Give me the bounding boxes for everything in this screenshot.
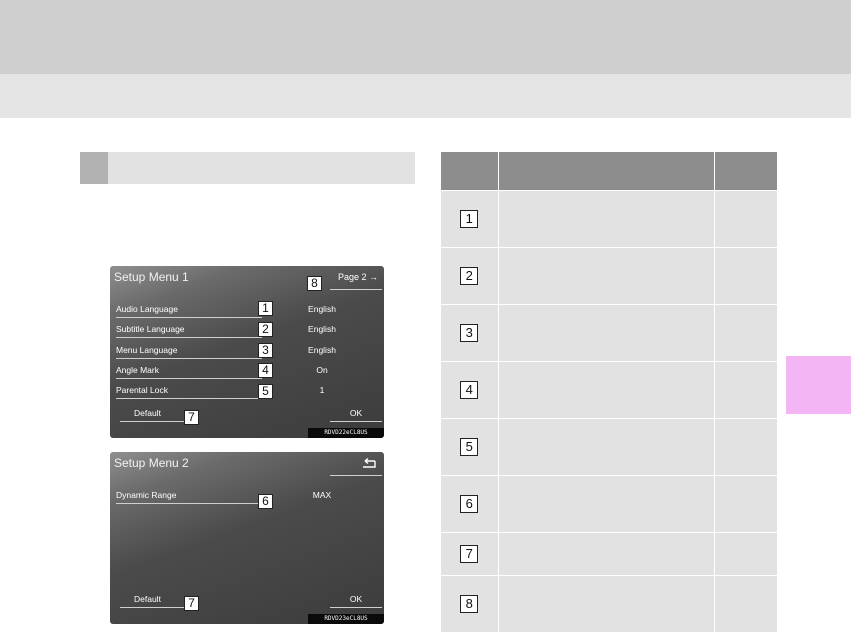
callout-1: 1 bbox=[258, 301, 273, 316]
dynamic-range-value: MAX bbox=[312, 490, 332, 500]
row-description-cell bbox=[498, 417, 715, 475]
page-2-button[interactable]: Page 2 → bbox=[330, 268, 382, 290]
number-box: 6 bbox=[460, 494, 479, 513]
number-box: 5 bbox=[460, 437, 479, 456]
section-marker bbox=[80, 152, 108, 184]
row-description-cell bbox=[498, 531, 715, 575]
angle-mark-value: On bbox=[316, 365, 328, 375]
callout-5: 5 bbox=[258, 384, 273, 399]
row-page-cell bbox=[714, 474, 777, 532]
row-number-cell: 7 bbox=[441, 531, 499, 575]
parental-lock-button[interactable]: Parental Lock bbox=[116, 383, 262, 399]
number-box: 4 bbox=[460, 380, 479, 399]
callout-7: 7 bbox=[184, 410, 199, 425]
row-number-cell: 6 bbox=[441, 474, 499, 532]
callout-8: 8 bbox=[307, 276, 322, 291]
setup-menu-2-screen: Setup Menu 2 Dynamic Range MAX Default O… bbox=[110, 452, 384, 624]
audio-language-value: English bbox=[308, 304, 336, 314]
row-number-cell: 3 bbox=[441, 303, 499, 361]
table-row: 2 bbox=[441, 246, 777, 304]
row-description-cell bbox=[498, 246, 715, 304]
table-row: 4 bbox=[441, 360, 777, 418]
row-page-cell bbox=[714, 574, 777, 632]
table-row: 1 bbox=[441, 189, 777, 247]
parental-lock-value: 1 bbox=[319, 385, 325, 395]
setup-menu-1-screen: Setup Menu 1 Page 2 → Audio Language Eng… bbox=[110, 266, 384, 438]
row-page-cell bbox=[714, 303, 777, 361]
table-row: 6 bbox=[441, 474, 777, 532]
subtitle-language-value: English bbox=[308, 324, 336, 334]
header-cell-number bbox=[441, 152, 499, 190]
header-cell-page bbox=[714, 152, 777, 190]
number-box: 3 bbox=[460, 323, 479, 342]
row-number-cell: 1 bbox=[441, 189, 499, 247]
callout-2: 2 bbox=[258, 322, 273, 337]
return-arrow-icon bbox=[360, 457, 378, 472]
row-page-cell bbox=[714, 417, 777, 475]
image-code: RDVD22eCL8US bbox=[308, 428, 384, 438]
row-description-cell bbox=[498, 474, 715, 532]
image-code: RDVD23eCL8US bbox=[308, 614, 384, 624]
menu-language-value: English bbox=[308, 345, 336, 355]
row-page-cell bbox=[714, 360, 777, 418]
angle-mark-button[interactable]: Angle Mark bbox=[116, 363, 262, 379]
callout-6: 6 bbox=[258, 494, 273, 509]
row-number-cell: 4 bbox=[441, 360, 499, 418]
subheader-bar bbox=[0, 74, 851, 118]
number-box: 7 bbox=[460, 544, 479, 563]
callout-3: 3 bbox=[258, 343, 273, 358]
header-bar bbox=[0, 0, 851, 74]
table-row: 8 bbox=[441, 574, 777, 632]
row-description-cell bbox=[498, 303, 715, 361]
table-row: 5 bbox=[441, 417, 777, 475]
menu-language-button[interactable]: Menu Language bbox=[116, 343, 262, 359]
screen-title: Setup Menu 1 bbox=[114, 270, 189, 284]
back-button[interactable] bbox=[330, 454, 382, 476]
row-page-cell bbox=[714, 531, 777, 575]
row-page-cell bbox=[714, 246, 777, 304]
row-number-cell: 5 bbox=[441, 417, 499, 475]
ok-button[interactable]: OK bbox=[330, 592, 382, 608]
screen-title: Setup Menu 2 bbox=[114, 456, 189, 470]
section-heading-bar bbox=[80, 152, 415, 184]
table-row: 3 bbox=[441, 303, 777, 361]
row-number-cell: 2 bbox=[441, 246, 499, 304]
audio-language-button[interactable]: Audio Language bbox=[116, 302, 262, 318]
callout-7: 7 bbox=[184, 596, 199, 611]
table-row: 7 bbox=[441, 531, 777, 575]
row-page-cell bbox=[714, 189, 777, 247]
row-description-cell bbox=[498, 360, 715, 418]
callout-4: 4 bbox=[258, 363, 273, 378]
header-cell-description bbox=[498, 152, 715, 190]
chapter-tab[interactable] bbox=[786, 356, 851, 414]
subtitle-language-button[interactable]: Subtitle Language bbox=[116, 322, 262, 338]
row-description-cell bbox=[498, 189, 715, 247]
number-box: 2 bbox=[460, 266, 479, 285]
row-description-cell bbox=[498, 574, 715, 632]
table-header-row bbox=[441, 152, 777, 190]
reference-table: 1 2 3 4 5 6 7 8 bbox=[441, 152, 777, 632]
number-box: 1 bbox=[460, 209, 479, 228]
ok-button[interactable]: OK bbox=[330, 406, 382, 422]
row-number-cell: 8 bbox=[441, 574, 499, 632]
number-box: 8 bbox=[460, 594, 479, 613]
dynamic-range-button[interactable]: Dynamic Range bbox=[116, 488, 262, 504]
